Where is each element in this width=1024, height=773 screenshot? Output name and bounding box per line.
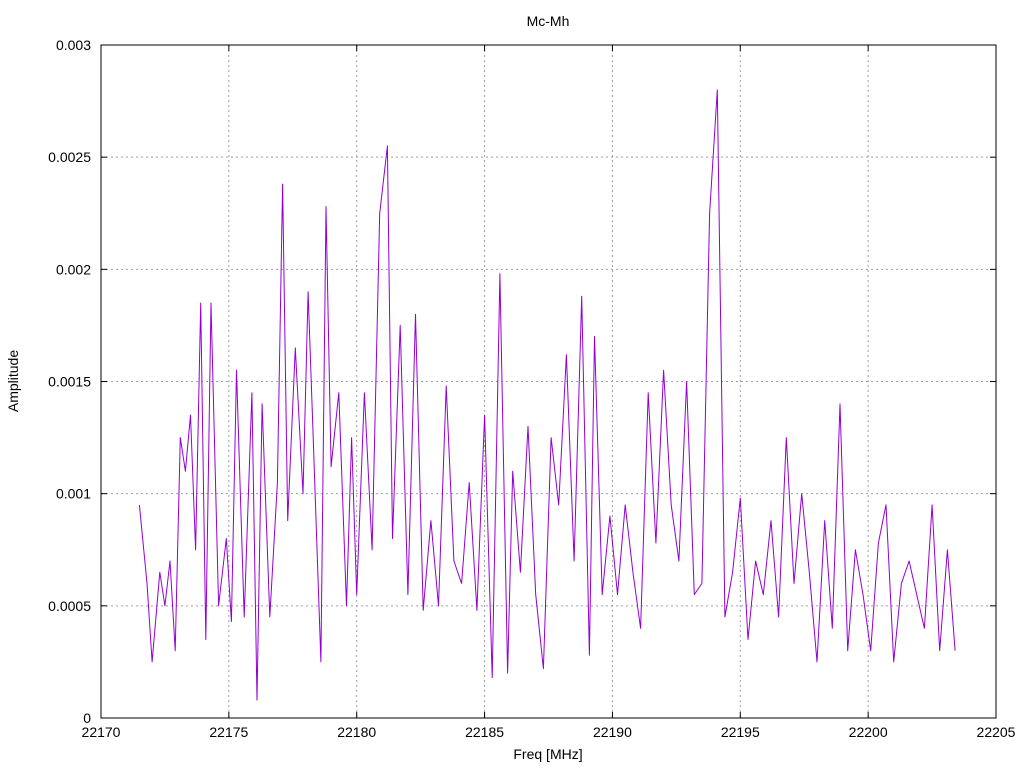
chart: 22170 22175 22180 22185 22190 22195 22200 22205… bbox=[0, 0, 1024, 768]
x-axis-label: Freq [MHz] bbox=[513, 746, 582, 762]
line-chart: 22170 22175 22180 22185 22190 22195 22200 22205… bbox=[5, 13, 1016, 762]
x-tick-label: 22200 bbox=[849, 724, 888, 740]
x-axis-tick-labels: 22170 22175 22180 22185 22190 22195 22200 22205 bbox=[82, 724, 1016, 740]
x-tick-label: 22175 bbox=[209, 724, 248, 740]
x-tick-label: 22180 bbox=[337, 724, 376, 740]
x-tick-label: 22190 bbox=[593, 724, 632, 740]
series-line bbox=[138, 89, 956, 701]
y-tick-label: 0.0015 bbox=[48, 374, 91, 390]
series-layer bbox=[138, 89, 956, 701]
y-tick-label: 0.002 bbox=[56, 261, 91, 277]
x-tick-label: 22195 bbox=[721, 724, 760, 740]
y-tick-label: 0.0025 bbox=[48, 149, 91, 165]
x-tick-label: 22205 bbox=[977, 724, 1016, 740]
y-tick-label: 0.0005 bbox=[48, 598, 91, 614]
x-tick-label: 22185 bbox=[465, 724, 504, 740]
chart-title: Mc-Mh bbox=[527, 13, 570, 29]
y-axis-label: Amplitude bbox=[5, 350, 21, 412]
y-axis-tick-labels: 0 0.0005 0.001 0.0015 0.002 0.0025 0.003 bbox=[48, 37, 91, 726]
y-tick-label: 0.003 bbox=[56, 37, 91, 53]
y-tick-label: 0 bbox=[83, 710, 91, 726]
x-tick-label: 22170 bbox=[82, 724, 121, 740]
y-tick-label: 0.001 bbox=[56, 486, 91, 502]
grid bbox=[101, 45, 996, 718]
